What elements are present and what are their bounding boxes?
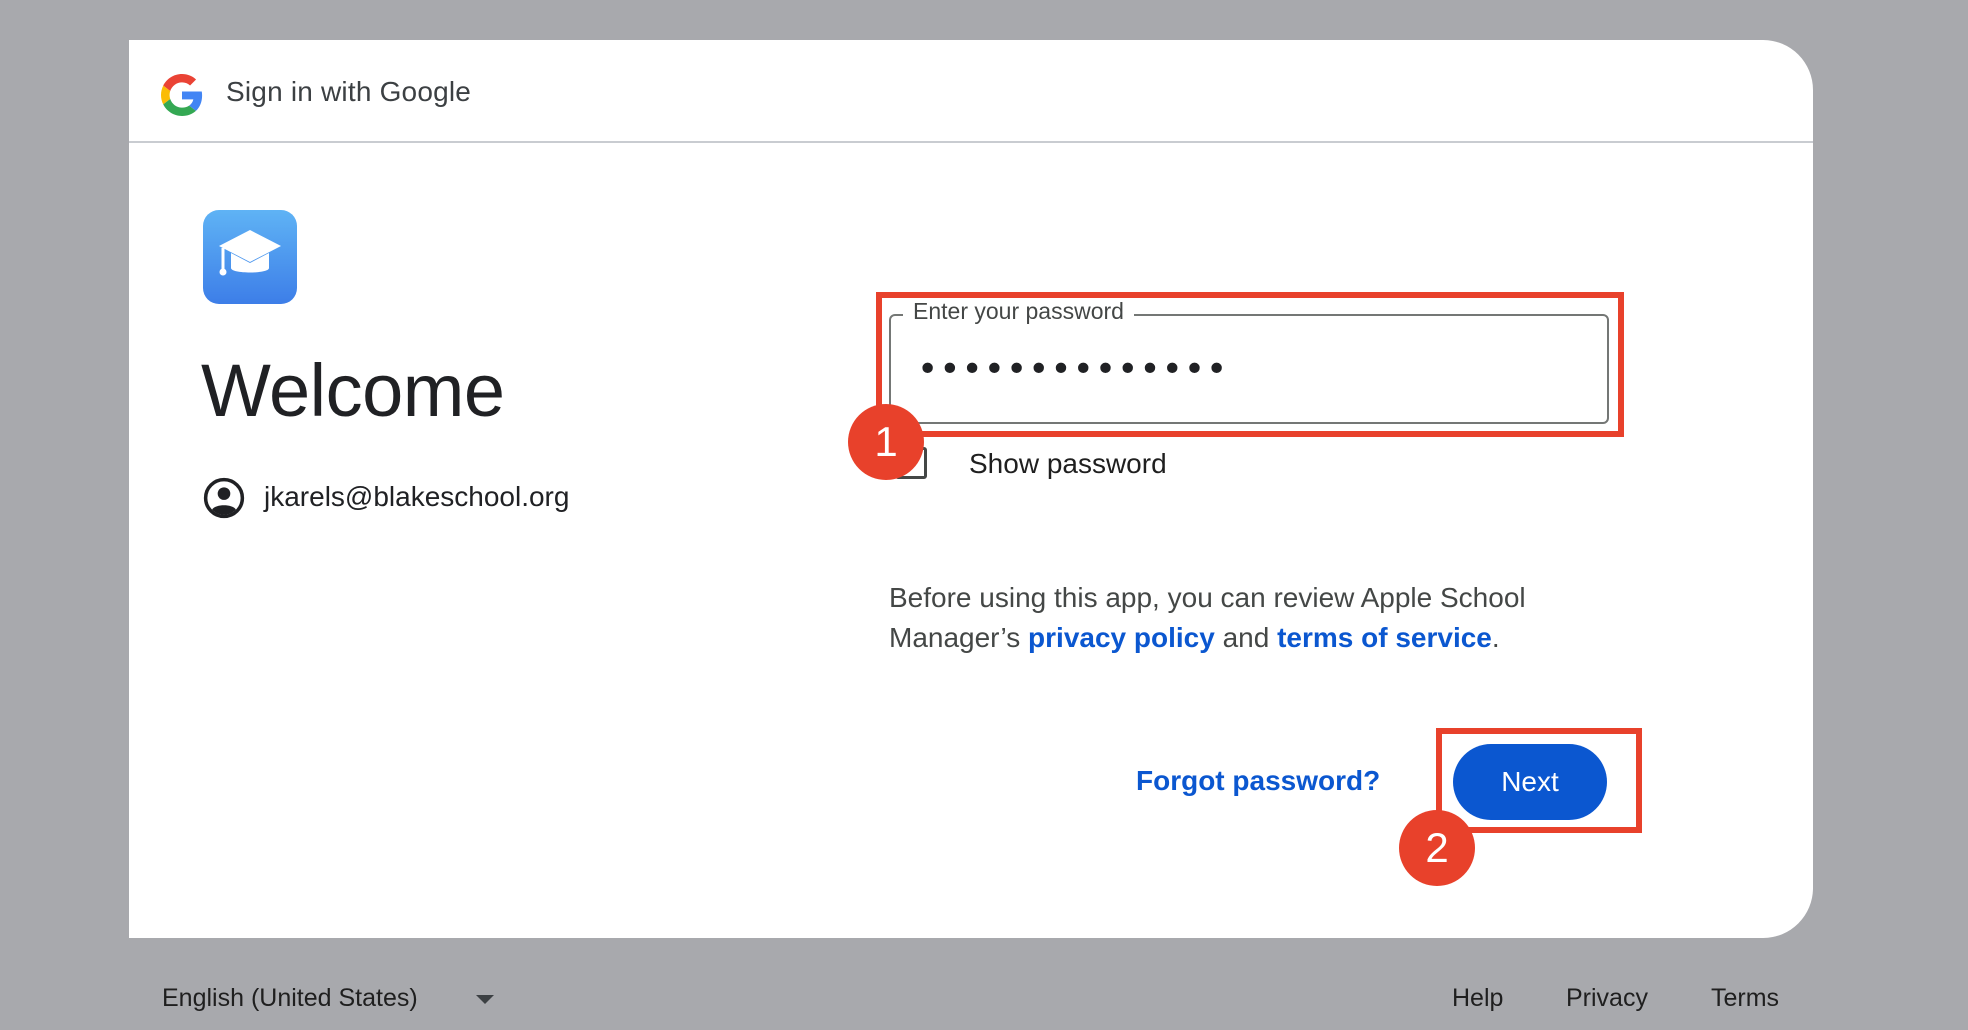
annotation-box-next (1436, 728, 1642, 833)
privacy-policy-link[interactable]: privacy policy (1028, 622, 1215, 653)
step-badge-1: 1 (848, 404, 924, 480)
disclaimer-middle: and (1214, 622, 1278, 653)
footer-terms-link[interactable]: Terms (1711, 984, 1779, 1013)
account-circle-icon (203, 477, 245, 519)
footer-help-link[interactable]: Help (1452, 984, 1503, 1013)
account-email: jkarels@blakeschool.org (264, 481, 570, 512)
graduation-cap-icon (203, 210, 297, 304)
chevron-down-icon[interactable] (476, 995, 494, 1004)
header-title: Sign in with Google (226, 76, 472, 107)
card-header: Sign in with Google (129, 40, 1813, 143)
welcome-heading: Welcome (201, 349, 505, 432)
google-g-icon (161, 74, 203, 116)
disclaimer-suffix: . (1491, 622, 1500, 653)
terms-of-service-link[interactable]: terms of service (1277, 622, 1492, 653)
footer-privacy-link[interactable]: Privacy (1566, 984, 1648, 1013)
show-password-label[interactable]: Show password (969, 448, 1167, 480)
annotation-box-password (876, 292, 1624, 437)
step-badge-2: 2 (1399, 810, 1475, 886)
forgot-password-link[interactable]: Forgot password? (1136, 765, 1380, 797)
language-selector[interactable]: English (United States) (162, 984, 418, 1013)
disclaimer-text: Before using this app, you can review Ap… (889, 578, 1589, 658)
